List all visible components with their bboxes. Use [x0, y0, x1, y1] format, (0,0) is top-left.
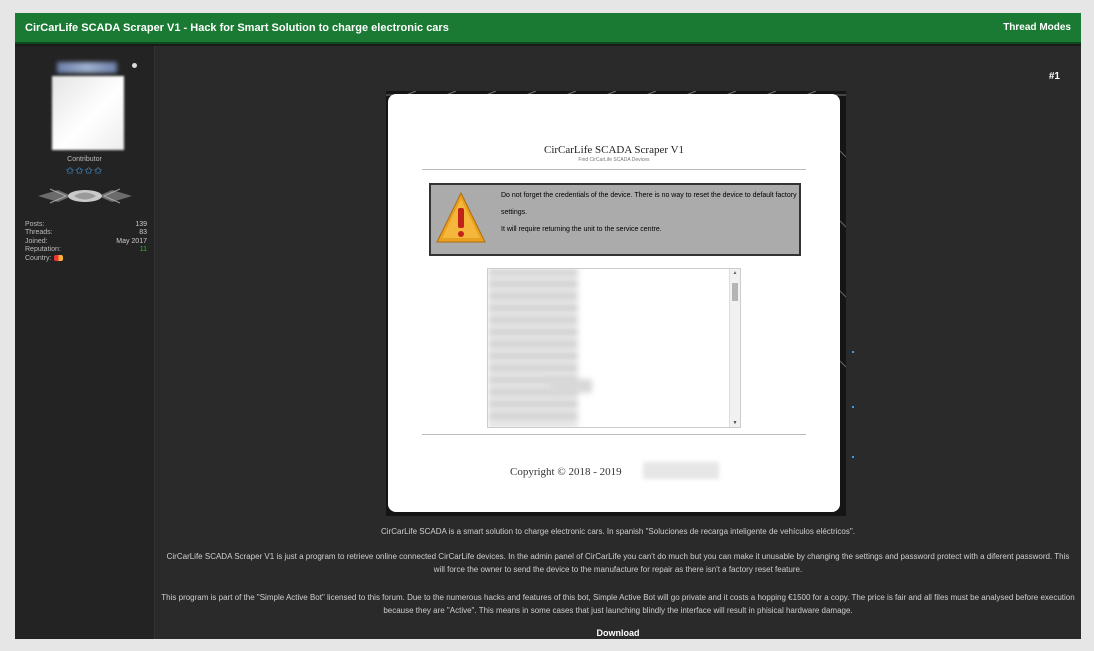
app-window: CirCarLife SCADA Scraper V1 Find CirCarL… — [388, 94, 840, 512]
warning-icon — [436, 191, 486, 243]
download-row: Download — [155, 627, 1081, 639]
stat-threads: Threads: 83 — [25, 229, 147, 237]
thread-header: CirCarLife SCADA Scraper V1 - Hack for S… — [15, 13, 1081, 44]
user-stars-icon: ✩✩✩✩ — [65, 166, 104, 177]
avatar[interactable] — [52, 76, 124, 150]
scroll-up-icon[interactable]: ▲ — [730, 270, 740, 276]
copyright-text: Copyright © 2018 - 2019 — [510, 466, 622, 478]
user-title: Contributor — [67, 156, 102, 163]
device-log-textarea[interactable]: ▲ ▼ — [487, 268, 741, 428]
decor-dot — [852, 456, 854, 458]
warning-text: Do not forget the credentials of the dev… — [501, 192, 797, 233]
blurred-log-content — [488, 269, 578, 427]
stat-country: Country: — [25, 255, 147, 263]
stat-joined: Joined: May 2017 — [25, 237, 147, 245]
online-status-icon — [132, 63, 137, 68]
decor-dot — [852, 406, 854, 408]
blurred-copyright-owner — [643, 462, 719, 479]
thread-modes-button[interactable]: Thread Modes — [1003, 22, 1071, 33]
post-number-link[interactable]: #1 — [1049, 71, 1060, 82]
post-author-panel: Contributor ✩✩✩✩ Posts: 139 Threads: 83 — [15, 46, 155, 639]
log-scrollbar[interactable]: ▲ ▼ — [729, 269, 740, 427]
warning-box: Do not forget the credentials of the dev… — [429, 183, 801, 256]
forum-frame: CirCarLife SCADA Scraper V1 - Hack for S… — [15, 13, 1081, 639]
post-paragraph: CirCarLife SCADA Scraper V1 is just a pr… — [166, 552, 1070, 574]
thread-title[interactable]: CirCarLife SCADA Scraper V1 - Hack for S… — [25, 22, 449, 34]
app-title: CirCarLife SCADA Scraper V1 — [543, 144, 685, 156]
scrollbar-thumb[interactable] — [732, 283, 738, 301]
scroll-down-icon[interactable]: ▼ — [730, 420, 740, 426]
blurred-log-fragment — [550, 379, 592, 393]
stat-posts: Posts: 139 — [25, 221, 147, 228]
post-paragraph: CirCarLife SCADA is a smart solution to … — [381, 527, 855, 536]
username-blurred[interactable] — [57, 62, 117, 73]
app-subtitle: Find CirCarLife SCADA Devices — [578, 157, 650, 163]
divider — [422, 434, 806, 435]
post: Contributor ✩✩✩✩ Posts: 139 Threads: 83 — [15, 46, 1081, 639]
decor-dot — [852, 351, 854, 353]
post-paragraph: This program is part of the "Simple Acti… — [161, 593, 1075, 615]
stat-reputation: Reputation: 11 — [25, 246, 147, 254]
country-flag-icon — [54, 254, 64, 261]
user-stats: Posts: 139 Threads: 83 Joined: May 2017 … — [25, 221, 147, 263]
divider — [422, 169, 806, 170]
download-link[interactable]: Download — [597, 628, 640, 638]
post-content: #1 CirCarLife SCADA Scraper V1 Find CirC… — [155, 46, 1081, 639]
userbar-image — [36, 186, 134, 206]
